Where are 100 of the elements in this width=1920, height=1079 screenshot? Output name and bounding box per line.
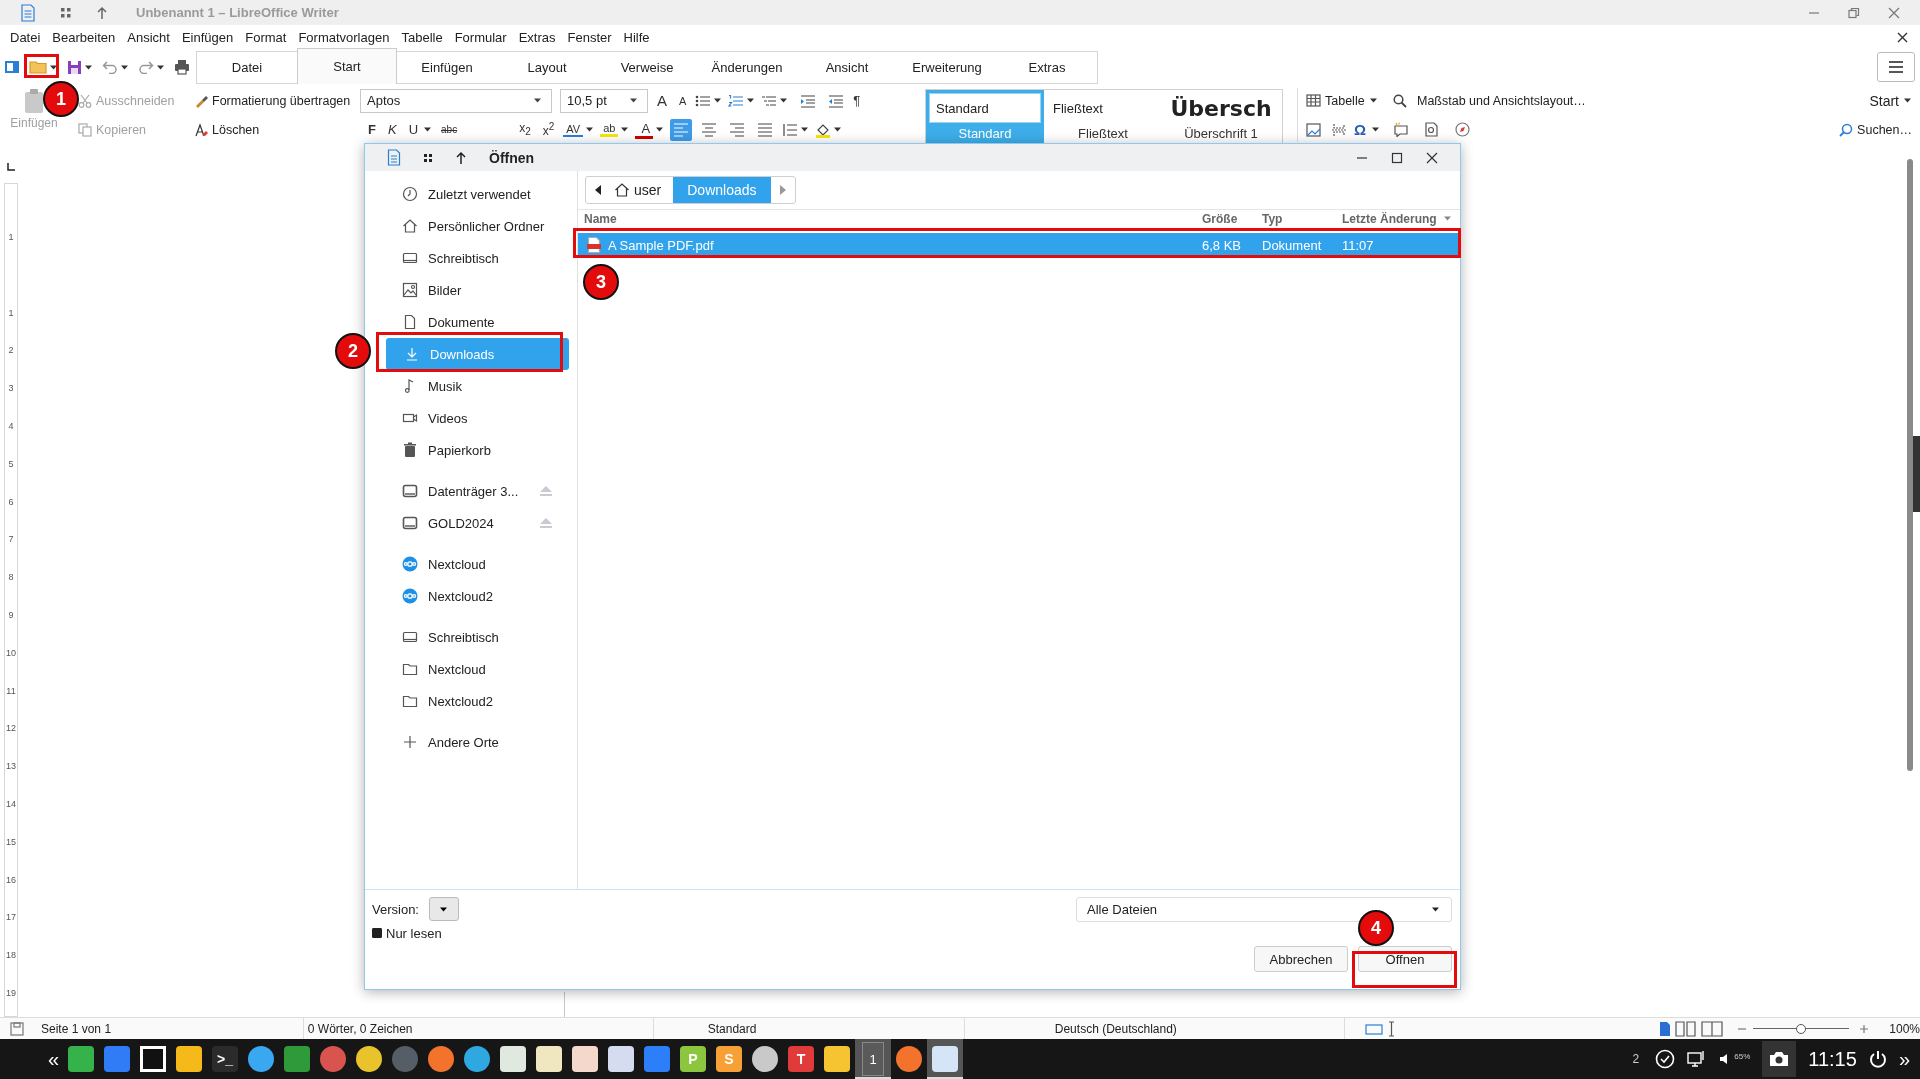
search-button[interactable]: Suchen… (1857, 122, 1912, 137)
dialog-button[interactable]: Öffnen (1358, 946, 1452, 972)
workspace-button[interactable]: 1 (862, 1042, 884, 1076)
place-item[interactable]: Nextcloud2 (386, 580, 569, 612)
ribbon-tab[interactable]: Änderungen (697, 51, 797, 83)
menu-item[interactable]: Einfügen (175, 30, 240, 45)
caret-icon[interactable] (156, 63, 165, 71)
caret-icon[interactable] (833, 126, 843, 133)
app-icon[interactable] (464, 1046, 490, 1072)
caret-icon[interactable] (620, 126, 630, 133)
grow-font-button[interactable]: A (654, 92, 670, 109)
menu-item[interactable]: Fenster (561, 30, 618, 45)
checkbox[interactable] (372, 928, 382, 938)
caret-icon[interactable] (779, 97, 789, 104)
version-dropdown[interactable] (429, 897, 459, 921)
table-icon[interactable] (1306, 94, 1321, 107)
ribbon-tab[interactable]: Start (297, 47, 397, 84)
sidebar-icon[interactable] (4, 59, 20, 75)
caret-icon[interactable] (713, 97, 723, 104)
menu-item[interactable]: Formatvorlagen (292, 30, 396, 45)
align-left-icon[interactable] (670, 118, 693, 141)
place-item[interactable]: Videos (386, 402, 569, 434)
ribbon-tab[interactable]: Verweise (597, 51, 697, 83)
place-item[interactable]: Zuletzt verwendet (386, 178, 569, 210)
caret-icon[interactable] (1368, 97, 1378, 104)
path-button[interactable]: user (610, 177, 674, 203)
font-name-field[interactable]: Aptos (360, 88, 552, 113)
column-header[interactable]: Name (578, 211, 1196, 226)
tab-stop-icon[interactable] (7, 163, 15, 171)
close-icon[interactable] (1897, 32, 1908, 43)
bullet-list-icon[interactable] (695, 93, 712, 108)
place-item[interactable]: Schreibtisch (386, 242, 569, 274)
caret-icon[interactable] (585, 126, 595, 133)
zoom-layout-button[interactable]: Maßstab und Ansichtslayout… (1417, 93, 1586, 108)
caret-icon[interactable] (84, 63, 93, 71)
place-item[interactable]: Papierkorb (386, 434, 569, 466)
place-item[interactable]: GOLD2024 (386, 507, 569, 539)
app-icon[interactable] (140, 1046, 166, 1072)
close-icon[interactable] (1426, 151, 1438, 164)
app-icon[interactable]: >_ (212, 1046, 238, 1072)
ribbon-tab[interactable]: Datei (197, 51, 297, 83)
search-icon[interactable] (1839, 122, 1854, 137)
single-page-view-icon[interactable] (1658, 1020, 1671, 1037)
place-item[interactable]: Schreibtisch (386, 621, 569, 653)
style-tile[interactable]: Übersch Überschrift 1 (1162, 90, 1280, 158)
outdent-icon[interactable] (828, 93, 845, 108)
menu-item[interactable]: Format (239, 30, 293, 45)
caret-icon[interactable] (120, 63, 129, 71)
place-item[interactable]: Musik (386, 370, 569, 402)
workspace-count[interactable]: 2 (1632, 1052, 1640, 1066)
caret-icon[interactable] (423, 126, 432, 133)
caret-icon[interactable] (800, 126, 810, 133)
clone-formatting-button[interactable]: Formatierung übertragen (212, 93, 351, 108)
app-icon[interactable] (752, 1046, 778, 1072)
table-button[interactable]: Tabelle (1325, 93, 1365, 108)
zoom-in-icon[interactable] (1859, 1023, 1870, 1034)
shrink-font-button[interactable]: A (676, 94, 690, 107)
app-icon[interactable] (248, 1046, 274, 1072)
caret-icon[interactable] (655, 126, 665, 133)
place-item[interactable]: Andere Orte (386, 726, 569, 758)
place-item[interactable]: Nextcloud (386, 548, 569, 580)
style-tile[interactable]: Fließtext Fließtext (1044, 90, 1162, 158)
scrollbar-thumb[interactable] (1907, 159, 1913, 771)
page-break-icon[interactable] (1331, 122, 1347, 137)
place-item[interactable]: Nextcloud2 (386, 685, 569, 717)
place-item[interactable]: Nextcloud (386, 653, 569, 685)
menu-item[interactable]: Ansicht (121, 30, 176, 45)
collapse-button[interactable]: « (48, 1047, 63, 1071)
multi-page-view-icon[interactable] (1674, 1020, 1697, 1037)
menu-item[interactable]: Tabelle (395, 30, 449, 45)
search-icon[interactable] (1393, 93, 1407, 108)
subscript-button[interactable]: x$_{2}$ (516, 121, 534, 138)
ribbon-tab[interactable]: Layout (497, 51, 597, 83)
character-spacing-button[interactable]: AV (563, 122, 584, 137)
column-header[interactable]: Typ (1256, 211, 1336, 226)
superscript-button[interactable]: x$^{2}$ (539, 121, 558, 138)
comment-icon[interactable] (1393, 122, 1409, 137)
app-icon[interactable] (896, 1046, 922, 1072)
menu-item[interactable]: Formular (448, 30, 513, 45)
printer-icon[interactable] (174, 59, 190, 75)
place-item[interactable]: Datenträger 3... (386, 475, 569, 507)
place-item[interactable]: Dokumente (386, 306, 569, 338)
image-icon[interactable] (1306, 122, 1321, 137)
column-header[interactable]: Letzte Änderung (1336, 211, 1460, 226)
print-preview-icon[interactable] (1425, 122, 1439, 137)
app-icon[interactable] (428, 1046, 454, 1072)
caret-icon[interactable] (1371, 126, 1381, 133)
dialog-button[interactable]: Abbrechen (1254, 946, 1348, 972)
up-arrow-icon[interactable] (455, 150, 467, 165)
ribbon-tab[interactable]: Einfügen (397, 51, 497, 83)
save-icon[interactable] (67, 59, 82, 75)
place-item[interactable]: Bilder (386, 274, 569, 306)
indent-icon[interactable] (800, 93, 817, 108)
numbered-list-icon[interactable] (728, 93, 745, 108)
formatting-marks-button[interactable]: ¶ (850, 93, 864, 108)
ribbon-tab[interactable]: Erweiterung (897, 51, 997, 83)
font-size-field[interactable]: 10,5 pt (560, 88, 648, 113)
eraser-icon[interactable] (194, 122, 208, 137)
caret-icon[interactable] (49, 63, 58, 71)
read-only-checkbox[interactable]: Nur lesen (372, 925, 442, 941)
